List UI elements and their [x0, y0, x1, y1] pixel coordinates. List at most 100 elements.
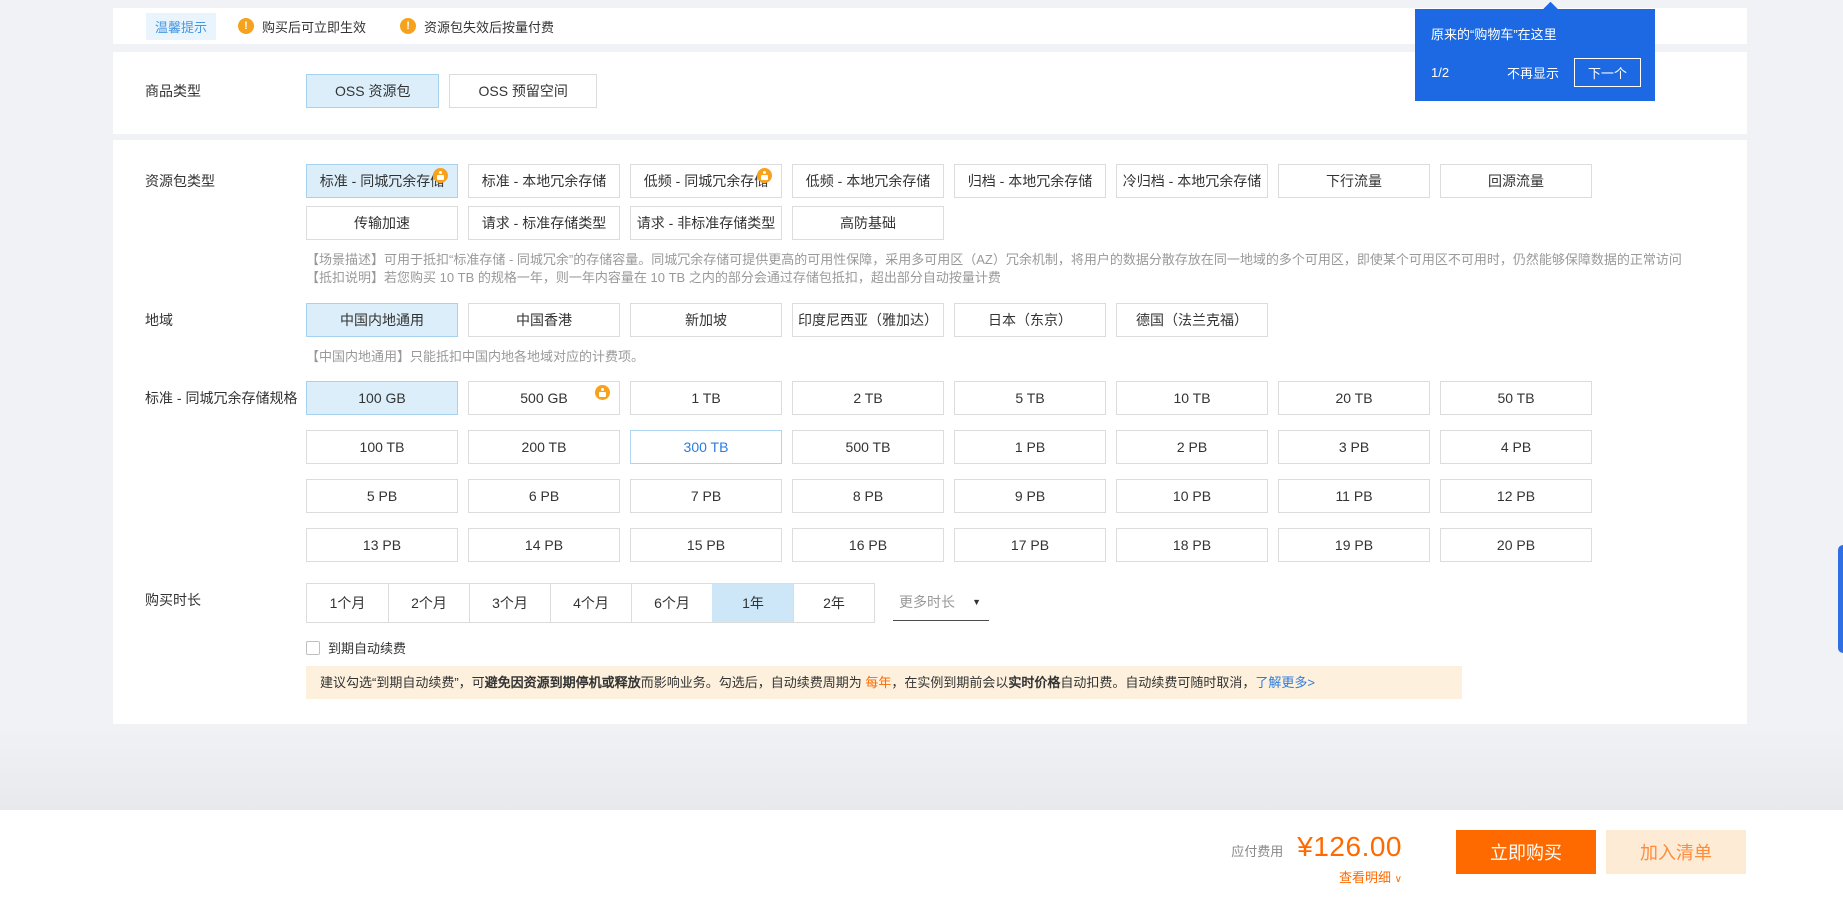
spec-option-label: 6 PB: [528, 488, 560, 504]
spec-option-30[interactable]: 18 PB: [1116, 528, 1268, 562]
region-label: 地域: [145, 312, 173, 328]
notice-text: 自动扣费。自动续费可随时取消，: [1060, 675, 1256, 690]
package-type-option-4[interactable]: 低频 - 本地冗余存储: [792, 164, 944, 198]
spec-option-21[interactable]: 9 PB: [954, 479, 1106, 513]
package-type-option-7[interactable]: 下行流量: [1278, 164, 1430, 198]
notice-text: 而影响业务。勾选后，自动续费周期为: [640, 675, 866, 690]
package-config-section: 资源包类型 标准 - 同城冗余存储 标准 - 本地冗余存储 低频 - 同城冗余存储 低…: [113, 140, 1747, 567]
duration-option-4[interactable]: 4个月: [550, 584, 631, 622]
spec-option-6[interactable]: 10 TB: [1116, 381, 1268, 415]
spec-option-label: 50 TB: [1497, 390, 1535, 406]
package-type-option-8[interactable]: 回源流量: [1440, 164, 1592, 198]
duration-option-6[interactable]: 1年: [712, 584, 793, 622]
spec-option-7[interactable]: 20 TB: [1278, 381, 1430, 415]
package-type-option-10[interactable]: 请求 - 标准存储类型: [468, 206, 620, 240]
package-type-option-label: 低频 - 同城冗余存储: [643, 173, 769, 189]
region-option-label: 中国香港: [516, 312, 572, 328]
spec-option-24[interactable]: 12 PB: [1440, 479, 1592, 513]
spec-option-26[interactable]: 14 PB: [468, 528, 620, 562]
spec-option-25[interactable]: 13 PB: [306, 528, 458, 562]
spec-option-28[interactable]: 16 PB: [792, 528, 944, 562]
duration-option-label: 2个月: [411, 595, 447, 611]
tooltip-next-button[interactable]: 下一个: [1573, 58, 1641, 87]
tooltip-dismiss-link[interactable]: 不再显示: [1507, 63, 1559, 82]
duration-option-label: 3个月: [492, 595, 528, 611]
spec-option-label: 4 PB: [1500, 439, 1532, 455]
spec-option-27[interactable]: 15 PB: [630, 528, 782, 562]
spec-option-label: 3 PB: [1338, 439, 1370, 455]
spec-option-16[interactable]: 4 PB: [1440, 430, 1592, 464]
package-type-option-2[interactable]: 标准 - 本地冗余存储: [468, 164, 620, 198]
spec-option-label: 20 TB: [1335, 390, 1373, 406]
package-type-option-6[interactable]: 冷归档 - 本地冗余存储: [1116, 164, 1268, 198]
region-option-1[interactable]: 中国内地通用: [306, 303, 458, 337]
spec-option-5[interactable]: 5 TB: [954, 381, 1106, 415]
learn-more-link[interactable]: 了解更多>: [1255, 675, 1315, 690]
spec-option-15[interactable]: 3 PB: [1278, 430, 1430, 464]
spec-option-2[interactable]: 500 GB: [468, 381, 620, 415]
add-to-list-button[interactable]: 加入清单: [1606, 830, 1746, 874]
region-option-label: 印度尼西亚（雅加达）: [798, 312, 938, 328]
duration-option-7[interactable]: 2年: [793, 584, 874, 622]
region-option-2[interactable]: 中国香港: [468, 303, 620, 337]
spec-option-8[interactable]: 50 TB: [1440, 381, 1592, 415]
chevron-down-icon: ▼: [972, 596, 981, 607]
package-type-option-9[interactable]: 传输加速: [306, 206, 458, 240]
package-type-option-label: 回源流量: [1488, 173, 1544, 189]
auto-renew-label: 到期自动续费: [328, 641, 407, 656]
info-icon: !: [400, 18, 417, 34]
spec-option-9[interactable]: 100 TB: [306, 430, 458, 464]
spec-option-10[interactable]: 200 TB: [468, 430, 620, 464]
package-type-option-label: 标准 - 本地冗余存储: [481, 173, 607, 189]
spec-option-11[interactable]: 300 TB: [630, 430, 782, 464]
guide-tooltip: 原来的“购物车”在这里 1/2 不再显示 下一个: [1415, 1, 1655, 101]
product-type-option-2[interactable]: OSS 预留空间: [449, 74, 597, 108]
view-details-link[interactable]: 查看明细 ∨: [1231, 867, 1402, 886]
spec-option-label: 100 TB: [359, 439, 405, 455]
package-type-option-1[interactable]: 标准 - 同城冗余存储: [306, 164, 458, 198]
side-panel-handle[interactable]: [1838, 545, 1843, 653]
spec-option-19[interactable]: 7 PB: [630, 479, 782, 513]
spec-options: 100 GB 500 GB 1 TB 2 TB 5 TB 10 TB 20 TB 50 TB 1…: [306, 381, 1602, 562]
duration-option-2[interactable]: 2个月: [388, 584, 469, 622]
spec-option-3[interactable]: 1 TB: [630, 381, 782, 415]
spec-option-23[interactable]: 11 PB: [1278, 479, 1430, 513]
package-type-option-11[interactable]: 请求 - 非标准存储类型: [630, 206, 782, 240]
info-icon: !: [238, 18, 255, 34]
spec-option-4[interactable]: 2 TB: [792, 381, 944, 415]
spec-option-label: 20 PB: [1496, 537, 1536, 553]
spec-option-32[interactable]: 20 PB: [1440, 528, 1592, 562]
promo-badge-icon: [433, 168, 448, 183]
region-option-3[interactable]: 新加坡: [630, 303, 782, 337]
package-type-option-label: 冷归档 - 本地冗余存储: [1122, 173, 1262, 189]
spec-option-13[interactable]: 1 PB: [954, 430, 1106, 464]
package-type-option-5[interactable]: 归档 - 本地冗余存储: [954, 164, 1106, 198]
spec-option-18[interactable]: 6 PB: [468, 479, 620, 513]
spec-option-label: 10 PB: [1172, 488, 1212, 504]
spec-option-22[interactable]: 10 PB: [1116, 479, 1268, 513]
spec-option-20[interactable]: 8 PB: [792, 479, 944, 513]
product-type-option-1[interactable]: OSS 资源包: [306, 74, 440, 108]
spec-option-14[interactable]: 2 PB: [1116, 430, 1268, 464]
oss-purchase-page: 温馨提示 ! 购买后可立即生效 ! 资源包失效后按量付费 商品类型 OSS 资源…: [0, 0, 1843, 903]
package-type-option-12[interactable]: 高防基础: [792, 206, 944, 240]
region-option-5[interactable]: 日本（东京）: [954, 303, 1106, 337]
buy-now-button[interactable]: 立即购买: [1456, 830, 1596, 874]
package-type-option-3[interactable]: 低频 - 同城冗余存储: [630, 164, 782, 198]
spec-option-12[interactable]: 500 TB: [792, 430, 944, 464]
spec-option-17[interactable]: 5 PB: [306, 479, 458, 513]
duration-option-5[interactable]: 6个月: [631, 584, 712, 622]
region-option-4[interactable]: 印度尼西亚（雅加达）: [792, 303, 944, 337]
spec-option-29[interactable]: 17 PB: [954, 528, 1106, 562]
duration-option-1[interactable]: 1个月: [307, 584, 388, 622]
spec-option-1[interactable]: 100 GB: [306, 381, 458, 415]
auto-renew-checkbox[interactable]: [306, 640, 320, 655]
spec-option-31[interactable]: 19 PB: [1278, 528, 1430, 562]
duration-option-3[interactable]: 3个月: [469, 584, 550, 622]
spec-option-label: 5 TB: [1015, 390, 1045, 406]
region-options: 中国内地通用 中国香港 新加坡 印度尼西亚（雅加达） 日本（东京） 德国（法兰克福）: [306, 303, 1602, 337]
tips-tag: 温馨提示: [146, 12, 217, 40]
more-duration-dropdown[interactable]: 更多时长 ▼: [893, 583, 989, 621]
region-option-6[interactable]: 德国（法兰克福）: [1116, 303, 1268, 337]
package-type-option-label: 请求 - 非标准存储类型: [636, 215, 776, 231]
